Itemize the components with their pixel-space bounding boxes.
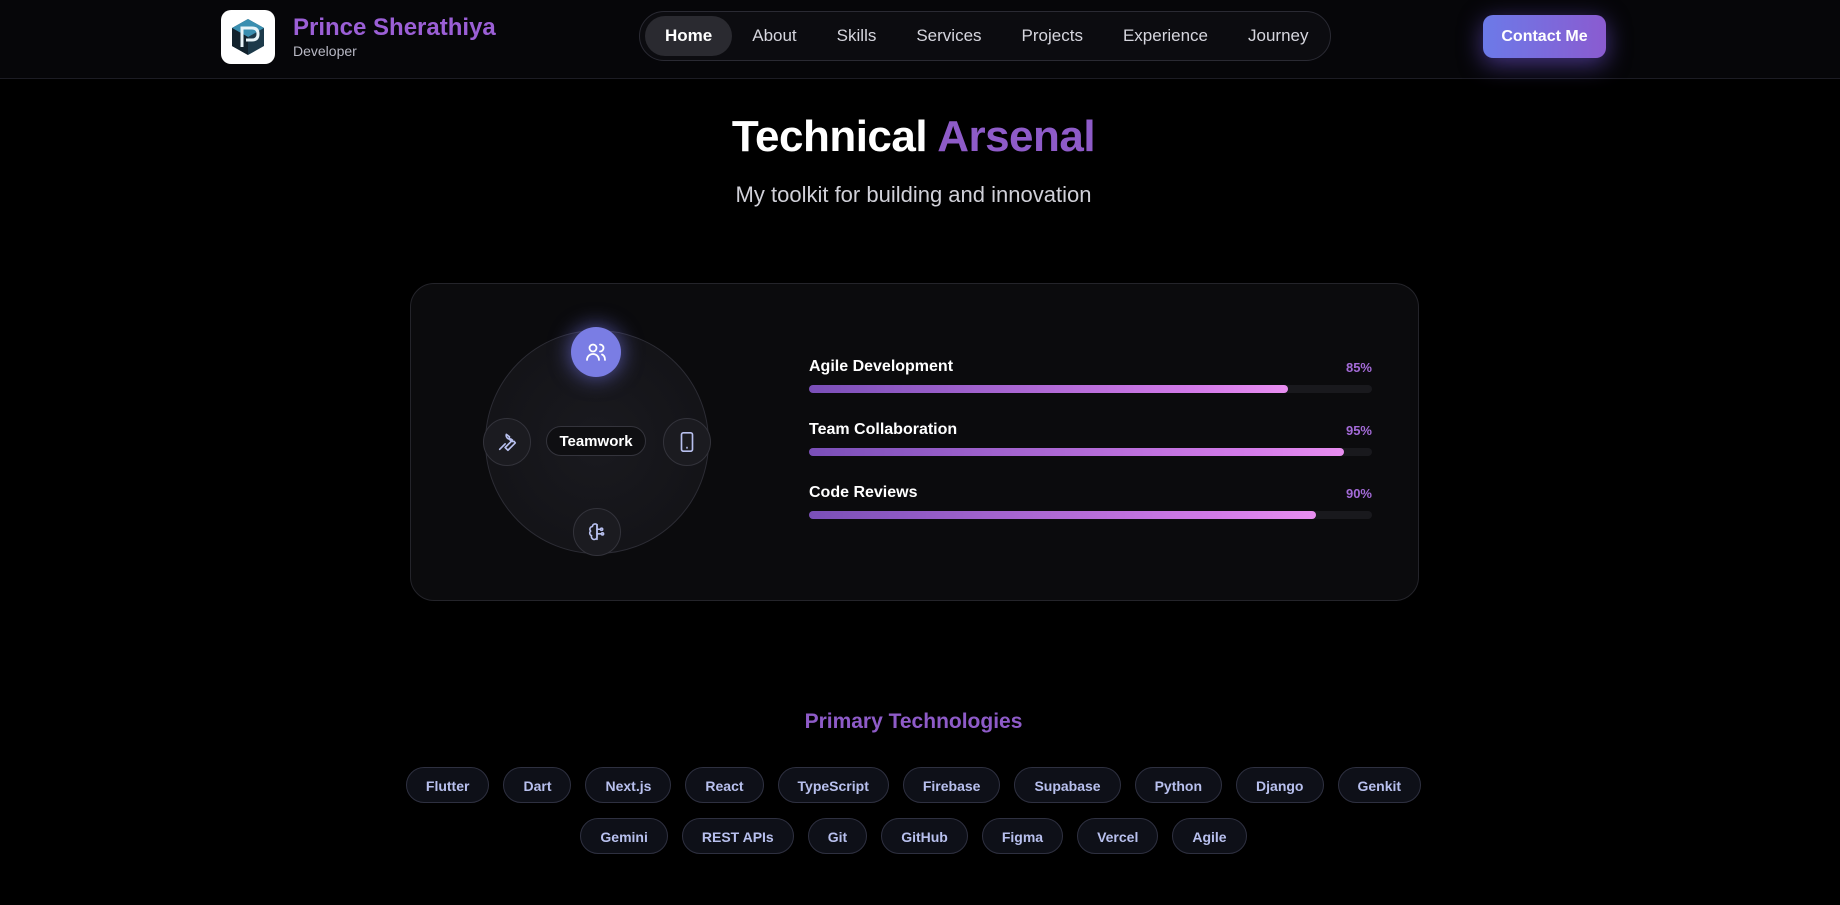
tech-tag[interactable]: Python [1134, 767, 1223, 803]
technologies-heading: Primary Technologies [804, 710, 1023, 733]
tech-tag[interactable]: Next.js [585, 767, 672, 803]
skill-bar [809, 448, 1372, 456]
main-nav: Home About Skills Services Projects Expe… [639, 11, 1331, 61]
logo-icon [232, 19, 264, 55]
skill-name: Team Collaboration [809, 421, 958, 438]
tech-tag[interactable]: Firebase [902, 767, 1001, 803]
title-main: Technical [731, 112, 928, 161]
tech-tag[interactable]: GitHub [881, 818, 968, 854]
skill-percent: 90% [1345, 486, 1372, 501]
skill-row: Agile Development 85% [809, 358, 1372, 393]
skill-percent: 95% [1345, 423, 1372, 438]
brand-name: Prince Sherathiya [293, 14, 496, 41]
section-title: Technical Arsenal [0, 112, 1827, 162]
skill-name: Agile Development [809, 358, 954, 375]
nav-services[interactable]: Services [896, 16, 1001, 56]
tech-tags-row-1: Flutter Dart Next.js React TypeScript Fi… [0, 767, 1827, 803]
nav-home[interactable]: Home [645, 16, 733, 56]
tech-tag[interactable]: Supabase [1014, 767, 1121, 803]
skill-bar [809, 385, 1372, 393]
users-icon[interactable] [571, 327, 621, 377]
skill-name: Code Reviews [809, 484, 918, 501]
tablet-icon[interactable] [663, 418, 711, 466]
tech-tag[interactable]: Django [1236, 767, 1324, 803]
nav-experience[interactable]: Experience [1103, 16, 1228, 56]
brand-role: Developer [293, 43, 357, 59]
tech-tag[interactable]: Agile [1172, 818, 1247, 854]
skill-bar-fill [809, 448, 1344, 456]
skill-bar-fill [809, 511, 1316, 519]
wrench-icon[interactable] [483, 418, 531, 466]
tech-tag[interactable]: Dart [503, 767, 572, 803]
site-header: Prince Sherathiya Developer Home About S… [0, 0, 1840, 79]
tech-tag[interactable]: Flutter [405, 767, 490, 803]
tech-tag[interactable]: TypeScript [777, 767, 889, 803]
brand-logo [221, 10, 275, 64]
nav-skills[interactable]: Skills [817, 16, 897, 56]
brand[interactable]: Prince Sherathiya Developer [221, 10, 496, 64]
nav-journey[interactable]: Journey [1228, 16, 1328, 56]
skill-row: Team Collaboration 95% [809, 421, 1372, 456]
tech-tag[interactable]: Vercel [1077, 818, 1159, 854]
skill-bar [809, 511, 1372, 519]
tech-tag[interactable]: Gemini [580, 818, 668, 854]
tech-tag[interactable]: REST APIs [681, 818, 794, 854]
tech-tag[interactable]: Git [807, 818, 868, 854]
nav-projects[interactable]: Projects [1002, 16, 1103, 56]
tech-tags-row-2: Gemini REST APIs Git GitHub Figma Vercel… [0, 818, 1827, 854]
skill-percent: 85% [1345, 360, 1372, 375]
title-accent: Arsenal [937, 112, 1096, 161]
brain-icon[interactable] [573, 508, 621, 556]
skill-bar-fill [809, 385, 1288, 393]
nav-about[interactable]: About [732, 16, 816, 56]
tech-tag[interactable]: React [685, 767, 764, 803]
tech-tag[interactable]: Genkit [1337, 767, 1422, 803]
contact-button[interactable]: Contact Me [1483, 15, 1606, 58]
skill-row: Code Reviews 90% [809, 484, 1372, 519]
tech-tag[interactable]: Figma [981, 818, 1064, 854]
orbit-center-label: Teamwork [546, 426, 646, 456]
section-subtitle: My toolkit for building and innovation [735, 182, 1092, 207]
